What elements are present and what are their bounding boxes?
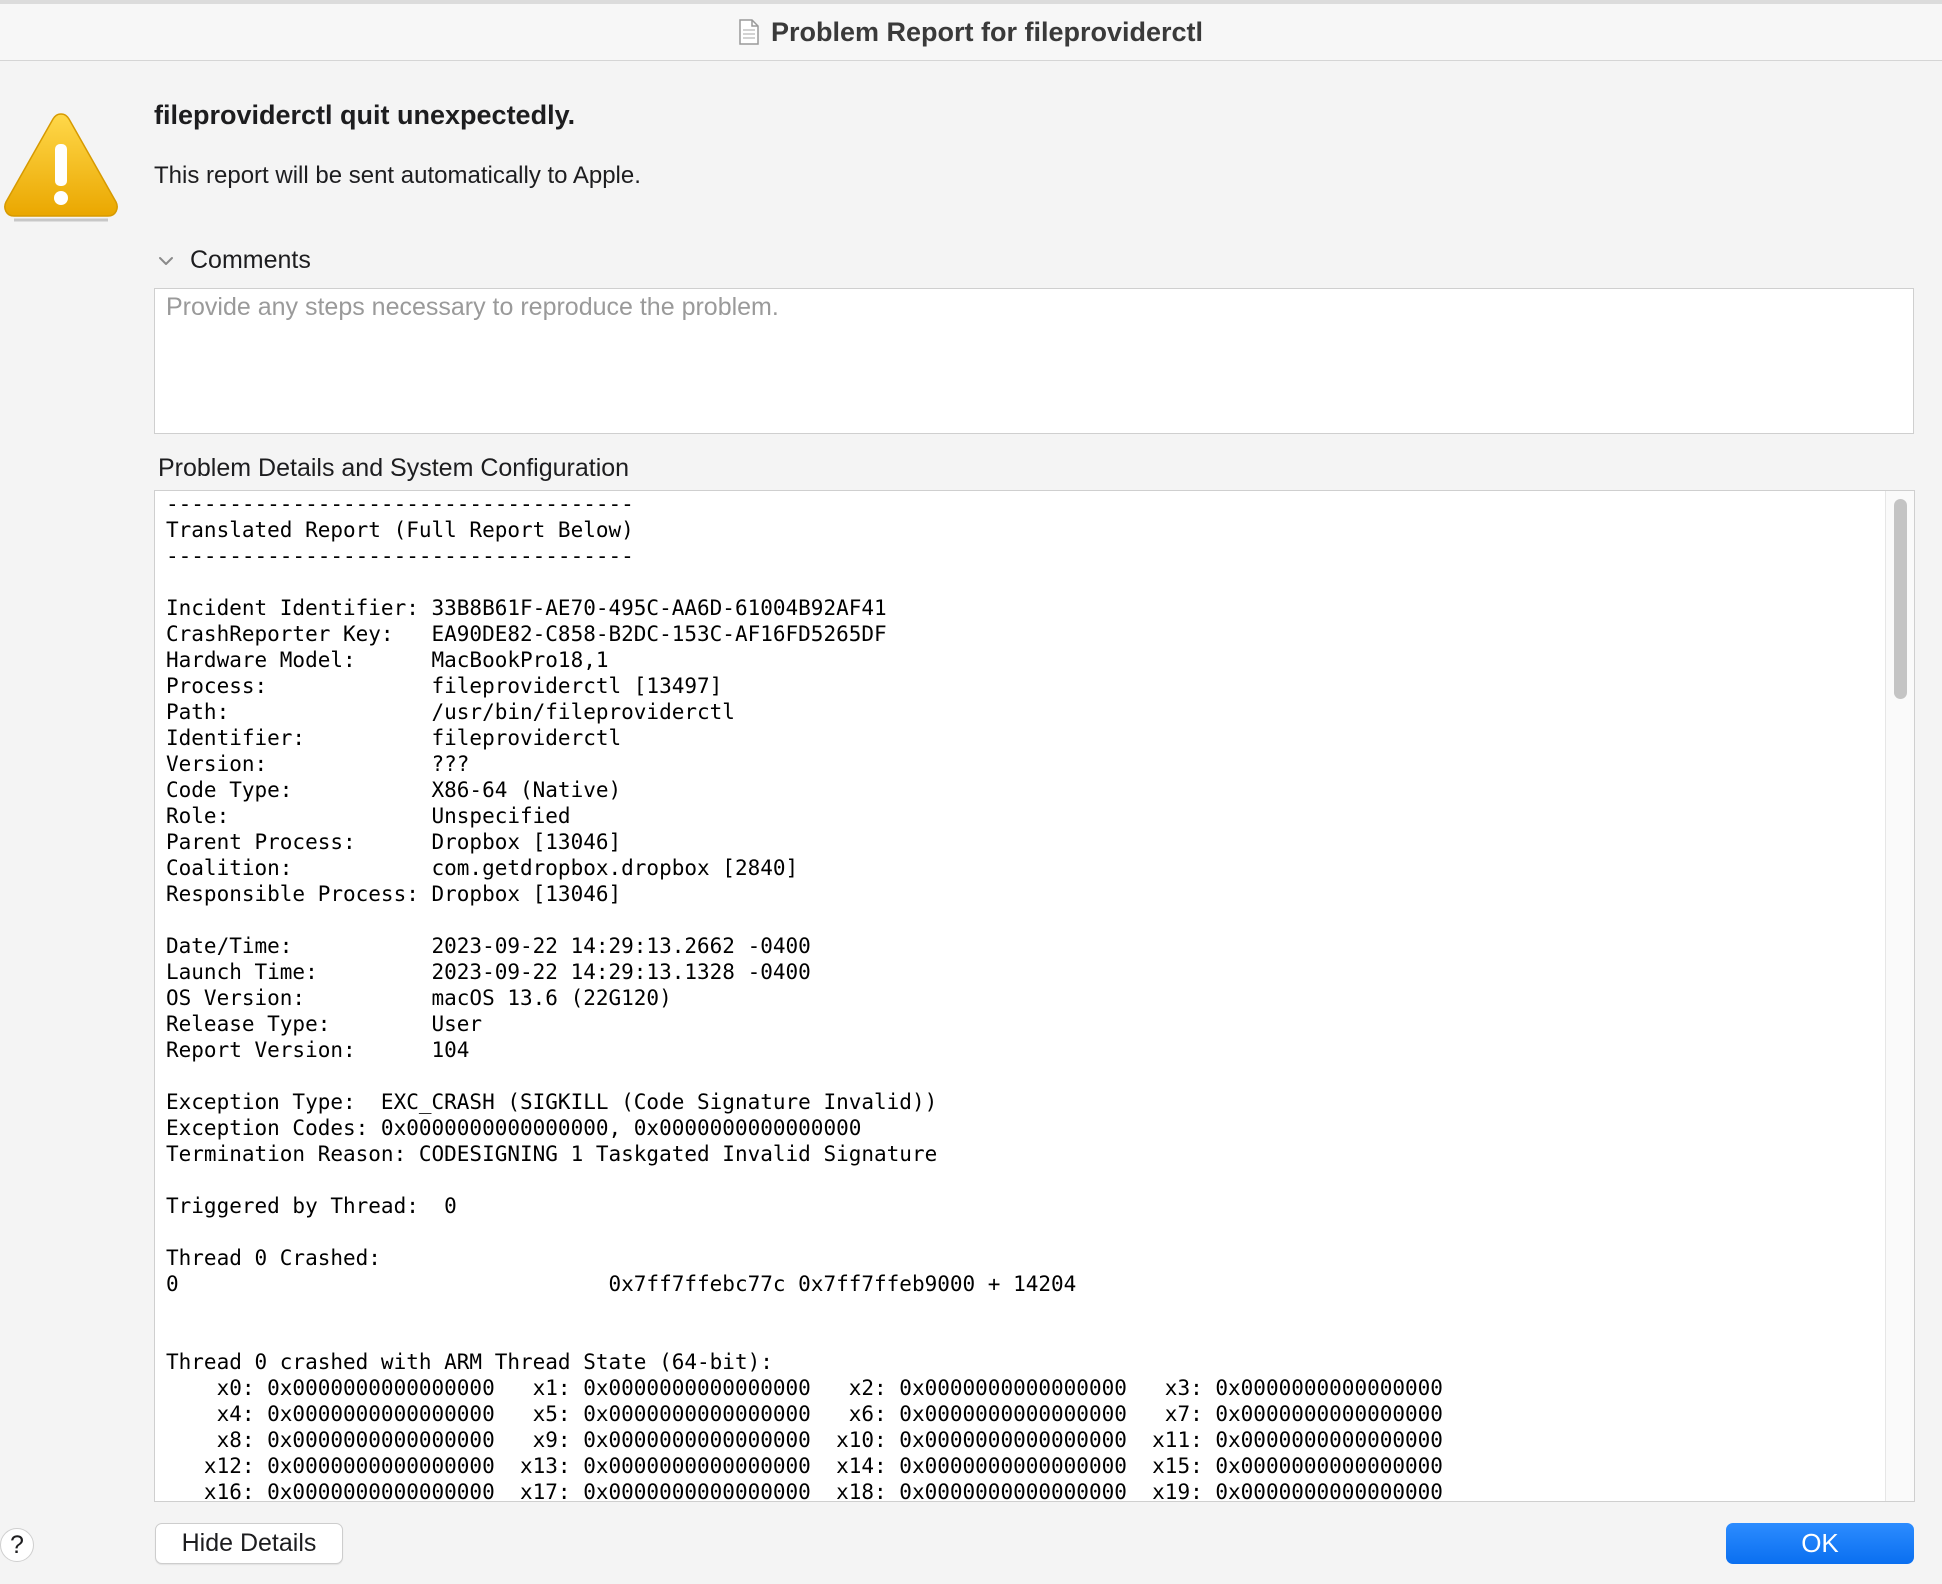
- details-scrollbar[interactable]: [1885, 491, 1914, 1501]
- details-label: Problem Details and System Configuration: [158, 454, 630, 482]
- comments-disclosure[interactable]: Comments: [156, 246, 311, 275]
- scroll-thumb[interactable]: [1894, 499, 1907, 699]
- details-text-area[interactable]: ------------------------------------- Tr…: [154, 490, 1915, 1502]
- comments-placeholder: Provide any steps necessary to reproduce…: [166, 293, 779, 321]
- crash-report-text[interactable]: ------------------------------------- Tr…: [166, 491, 1443, 1501]
- title-bar[interactable]: Problem Report for fileproviderctl: [0, 4, 1942, 61]
- document-icon: [739, 19, 759, 45]
- alert-headline: fileproviderctl quit unexpectedly.: [154, 100, 576, 130]
- chevron-down-icon[interactable]: [156, 251, 176, 271]
- help-button[interactable]: ?: [0, 1528, 34, 1562]
- hide-details-button[interactable]: Hide Details: [155, 1523, 343, 1564]
- comments-field[interactable]: Provide any steps necessary to reproduce…: [154, 288, 1914, 434]
- ok-button[interactable]: OK: [1726, 1523, 1914, 1564]
- warning-icon: [0, 108, 122, 224]
- problem-report-window: Problem Report for fileproviderctl filep…: [0, 0, 1942, 1584]
- comments-label: Comments: [190, 246, 311, 274]
- alert-message: This report will be sent automatically t…: [154, 162, 641, 189]
- window-title: Problem Report for fileproviderctl: [770, 16, 1204, 47]
